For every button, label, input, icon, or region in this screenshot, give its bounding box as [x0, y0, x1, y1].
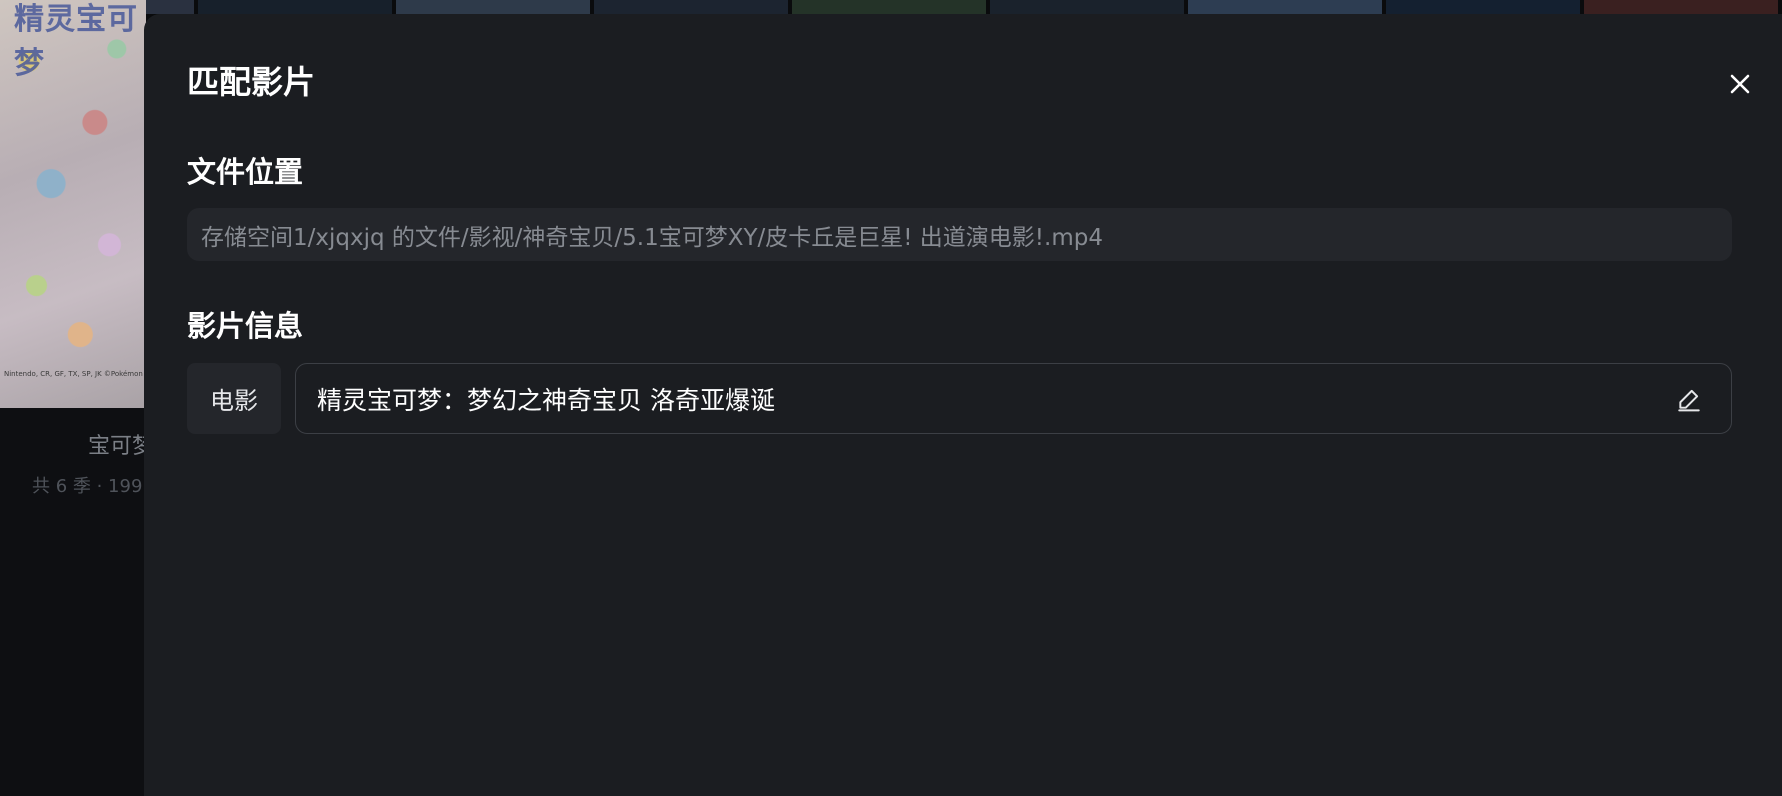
dialog-title: 匹配影片 [187, 63, 316, 101]
poster-strip [0, 0, 1782, 14]
poster-title: 精灵宝可梦 [14, 2, 138, 81]
poster-credit: Nintendo, CR, GF, TX, SP, JK ©Pokémon [4, 370, 143, 378]
close-icon [1730, 74, 1750, 94]
media-type-selector[interactable]: 电影 [187, 363, 281, 434]
file-path-text: 存储空间1/xjqxjq 的文件/影视/神奇宝贝/5.1宝可梦XY/皮卡丘是巨星… [201, 224, 1103, 251]
background-poster-thumb [594, 0, 788, 14]
match-movie-dialog: 匹配影片 文件位置 存储空间1/xjqxjq 的文件/影视/神奇宝贝/5.1宝可… [144, 14, 1782, 796]
close-button[interactable] [1722, 66, 1758, 102]
matched-movie-title: 精灵宝可梦：梦幻之神奇宝贝 洛奇亚爆诞 [317, 385, 775, 415]
screen: 精灵宝可梦 Nintendo, CR, GF, TX, SP, JK ©Poké… [0, 0, 1782, 796]
poster-caption-area [0, 408, 146, 796]
movie-info-heading: 影片信息 [187, 309, 304, 343]
edit-button[interactable] [1673, 383, 1705, 415]
background-poster-thumb [1386, 0, 1580, 14]
background-poster-thumb [1584, 0, 1778, 14]
background-poster-thumb [396, 0, 590, 14]
file-location-heading: 文件位置 [187, 155, 304, 189]
show-meta: 共 6 季 · 199 [32, 476, 143, 497]
background-poster-thumb [1188, 0, 1382, 14]
show-poster[interactable]: 精灵宝可梦 Nintendo, CR, GF, TX, SP, JK ©Poké… [0, 0, 146, 408]
background-poster-thumb [198, 0, 392, 14]
matched-movie-field[interactable]: 精灵宝可梦：梦幻之神奇宝贝 洛奇亚爆诞 [295, 363, 1732, 434]
background-poster-thumb [792, 0, 986, 14]
background-poster-thumb [990, 0, 1184, 14]
file-path-field: 存储空间1/xjqxjq 的文件/影视/神奇宝贝/5.1宝可梦XY/皮卡丘是巨星… [187, 208, 1732, 261]
media-type-label: 电影 [210, 387, 258, 415]
edit-pencil-icon [1678, 389, 1700, 411]
